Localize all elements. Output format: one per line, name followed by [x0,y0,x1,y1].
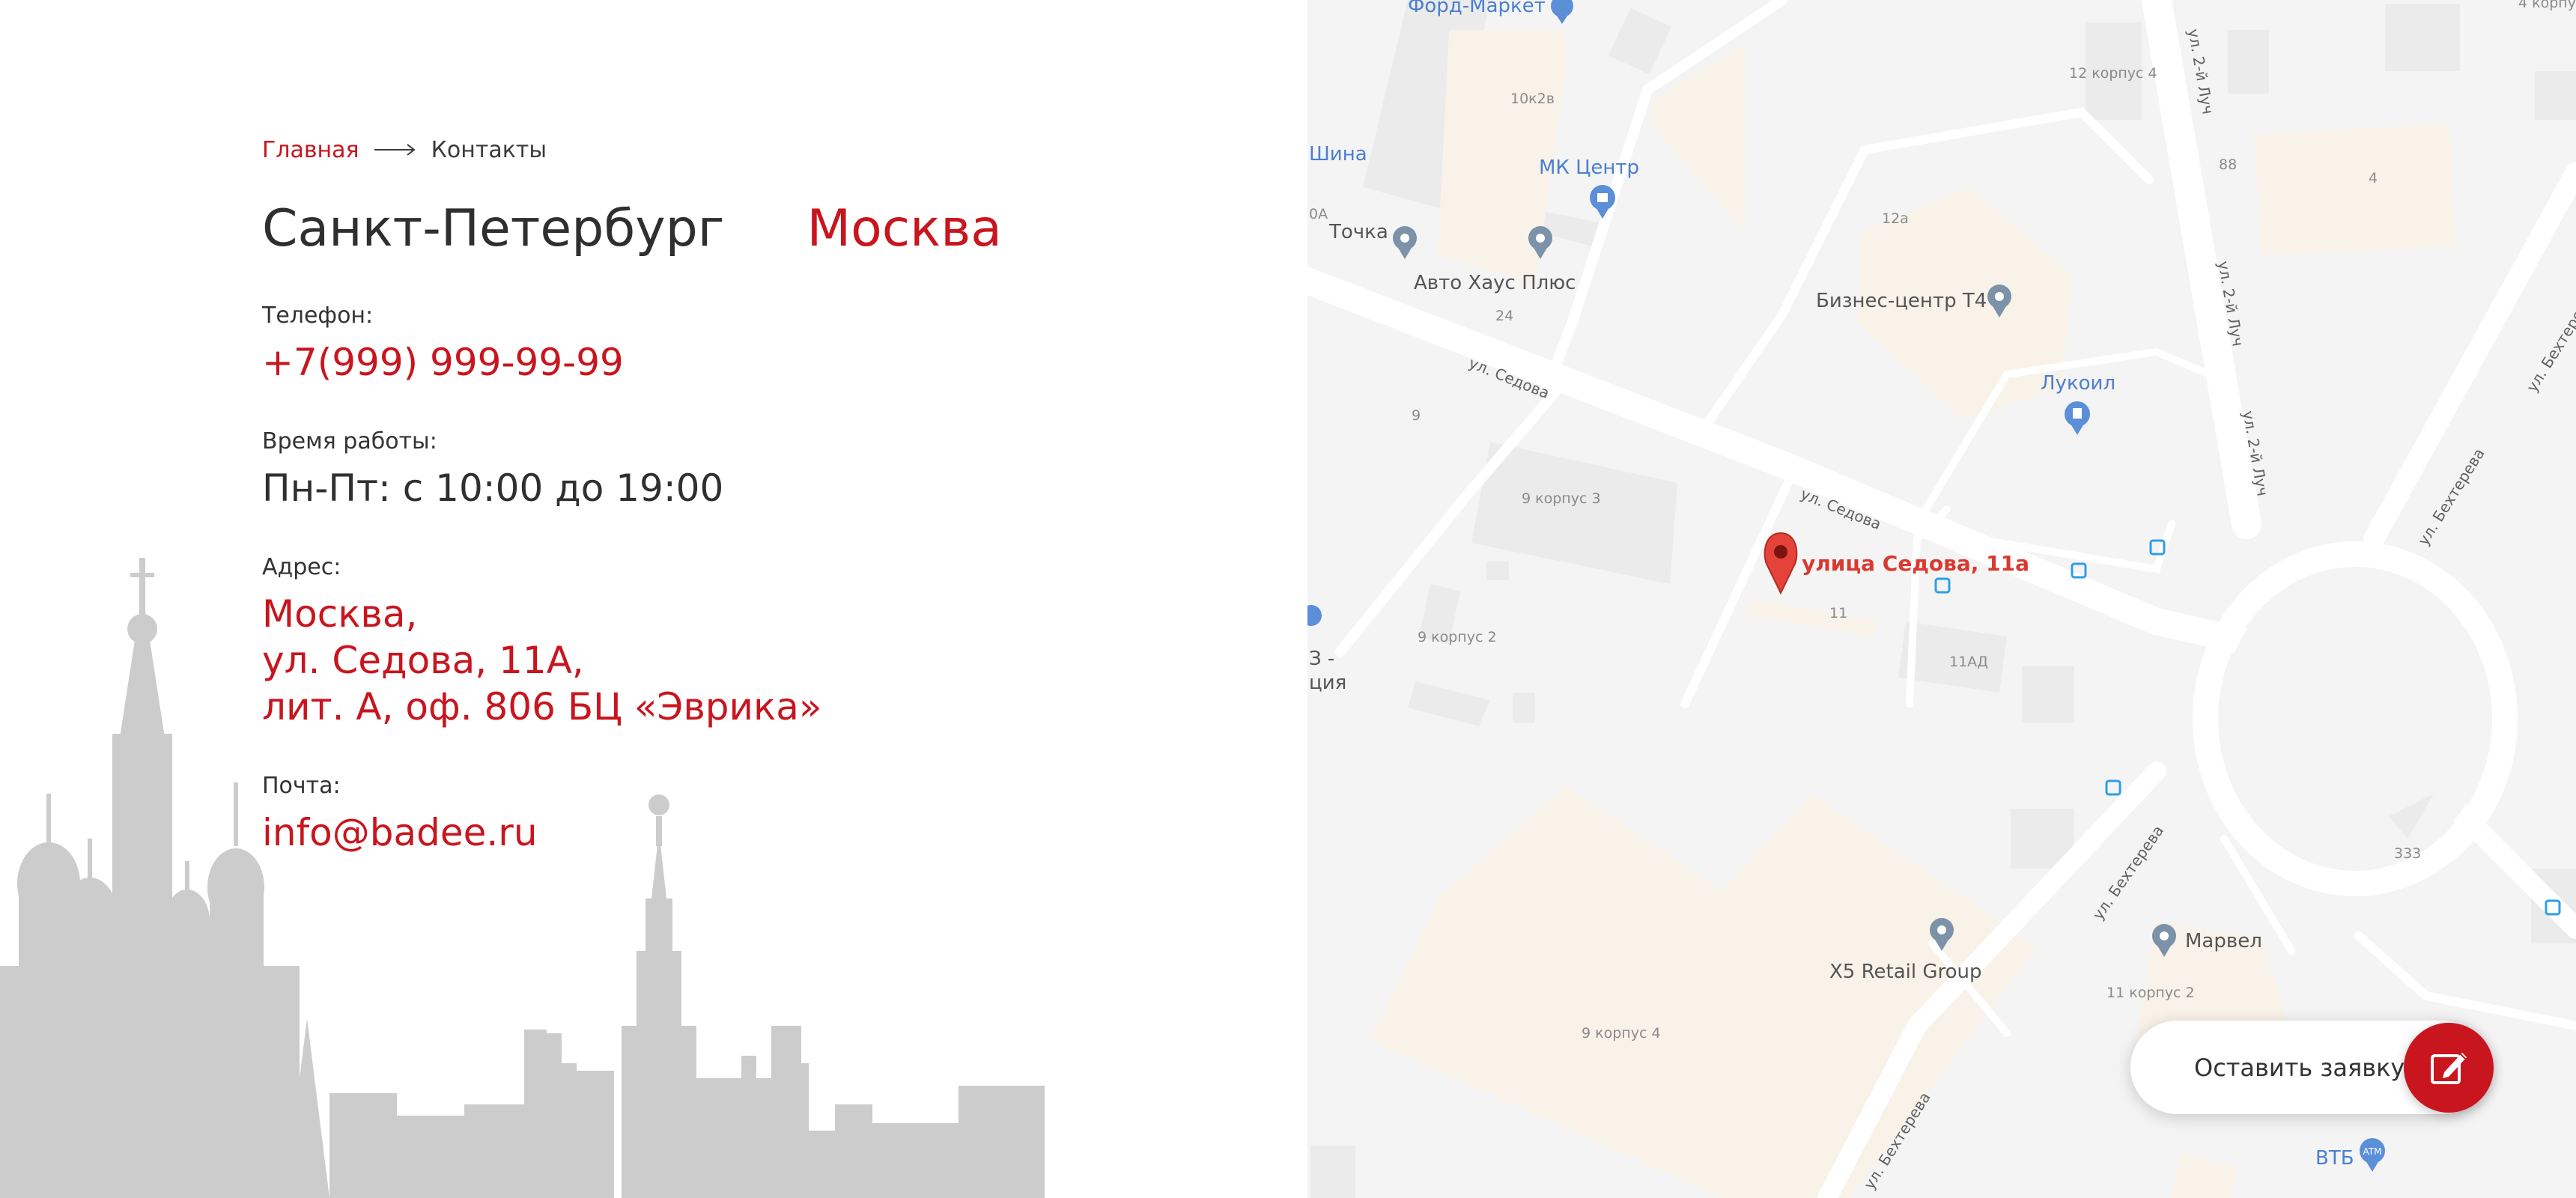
city-tab-spb[interactable]: Санкт-Петербург [262,199,724,258]
house-number: 12 корпус 4 [2069,65,2157,82]
request-button-icon-circle[interactable] [2404,1023,2494,1113]
map-marker-icon[interactable] [1764,532,1798,595]
poi-icon[interactable] [1307,605,1322,626]
address-line-3: лит. А, оф. 806 БЦ «Эврика» [262,685,822,729]
poi-icon[interactable] [1393,226,1417,259]
place-label[interactable]: ция [1309,672,1346,694]
svg-text:ATM: ATM [2363,1146,2382,1157]
email-link[interactable]: info@badee.ru [262,809,1236,856]
breadcrumb-current: Контакты [431,136,547,163]
address-line-2: ул. Седова, 11А, [262,639,584,682]
place-label[interactable]: ВТБ [2315,1147,2354,1170]
contacts-content: Главная Контакты Санкт-Петербург Москва … [262,131,1236,856]
house-number: 12а [1882,210,1909,227]
gas-station-icon[interactable] [2065,401,2090,435]
address-label: Адрес: [262,554,341,580]
bus-stop-icon[interactable] [2105,779,2121,796]
place-label[interactable]: Бизнес-центр Т4 [1816,290,1987,312]
street-label: ул. Бехтерева [2523,291,2576,395]
place-label[interactable]: Форд-Маркет [1408,0,1546,17]
shop-icon[interactable] [1551,0,1573,24]
house-number: 10к2в [1510,91,1555,107]
place-label[interactable]: З - [1309,648,1334,670]
city-tab-moscow[interactable]: Москва [806,199,1001,258]
atm-icon[interactable]: ATM [2360,1138,2385,1172]
phone-link[interactable]: +7(999) 999-99-99 [262,339,1236,386]
request-button-label: Оставить заявку [2194,1053,2405,1082]
edit-icon [2431,1053,2467,1084]
phone-label: Телефон: [262,302,374,329]
house-number: 9 корпус 2 [1418,629,1497,645]
house-number: 9 корпус 3 [1522,490,1601,507]
house-number: 24 [1495,308,1513,324]
house-number: 4 корпус [2518,0,2576,11]
place-label[interactable]: Шина [1309,143,1367,165]
place-label[interactable]: X5 Retail Group [1829,961,1982,983]
contacts-panel: Главная Контакты Санкт-Петербург Москва … [0,0,1307,1198]
hours-value: Пн-Пт: с 10:00 до 19:00 [262,466,724,510]
house-number: 9 корпус 4 [1582,1025,1661,1042]
house-number: 11 корпус 2 [2106,985,2195,1001]
arrow-right-icon [374,144,416,156]
place-label[interactable]: Авто Хаус Плюс [1414,272,1576,294]
city-tabs: Санкт-Петербург Москва [262,191,1236,266]
map-marker-label: улица Седова, 11а [1802,551,2029,576]
email-label: Почта: [262,773,341,799]
map-canvas[interactable]: ул. Седова ул. Седова ул. 2-й Луч ул. 2-… [1307,0,2576,1198]
bus-stop-icon[interactable] [1934,577,1951,594]
hours-label: Время работы: [262,428,437,454]
house-number: 0А [1309,206,1328,222]
place-label[interactable]: Марвел [2185,930,2262,952]
place-label[interactable]: Точка [1328,221,1388,243]
breadcrumb: Главная Контакты [262,131,1236,168]
house-number: 4 [2369,170,2378,186]
place-label[interactable]: Лукоил [2041,372,2115,395]
map-view[interactable]: ул. Седова ул. Седова ул. 2-й Луч ул. 2-… [1307,0,2576,1198]
house-number: 11АД [1949,654,1988,670]
address-line-1: Москва, [262,592,418,636]
house-number: 11 [1829,605,1847,621]
breadcrumb-home-link[interactable]: Главная [262,137,359,163]
house-number: 333 [2394,845,2421,862]
house-number: 9 [1412,407,1421,424]
place-label[interactable]: МК Центр [1539,156,1639,179]
house-number: 88 [2219,156,2237,173]
